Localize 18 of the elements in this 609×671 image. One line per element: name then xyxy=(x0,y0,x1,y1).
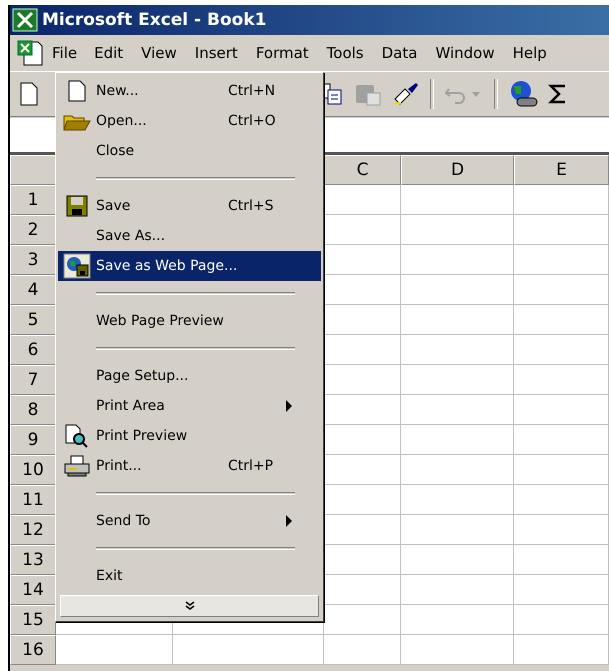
option-label: Page Setup... xyxy=(96,367,190,385)
window-title: Microsoft Excel - Book1 xyxy=(42,10,266,30)
option-label: Web Page Preview xyxy=(96,312,225,330)
option-label: Exit xyxy=(96,567,124,585)
shortcut-text: Ctrl+S xyxy=(228,197,274,215)
option-label: Print... xyxy=(96,457,143,475)
option-label: Save as Web Page... xyxy=(96,257,238,275)
option-label: Print Preview xyxy=(96,427,188,445)
option-label: New... xyxy=(96,82,140,100)
shortcut-text: Ctrl+O xyxy=(228,112,276,130)
option-label: Open... xyxy=(96,112,148,130)
option-label: Close xyxy=(96,142,136,160)
option-label: Send To xyxy=(96,512,152,530)
option-label: Save xyxy=(96,197,132,215)
option-label: Print Area xyxy=(96,397,166,415)
shortcut-text: Ctrl+N xyxy=(228,82,276,100)
shortcut-text: Ctrl+P xyxy=(228,457,274,475)
option-label: Save As... xyxy=(96,227,166,245)
